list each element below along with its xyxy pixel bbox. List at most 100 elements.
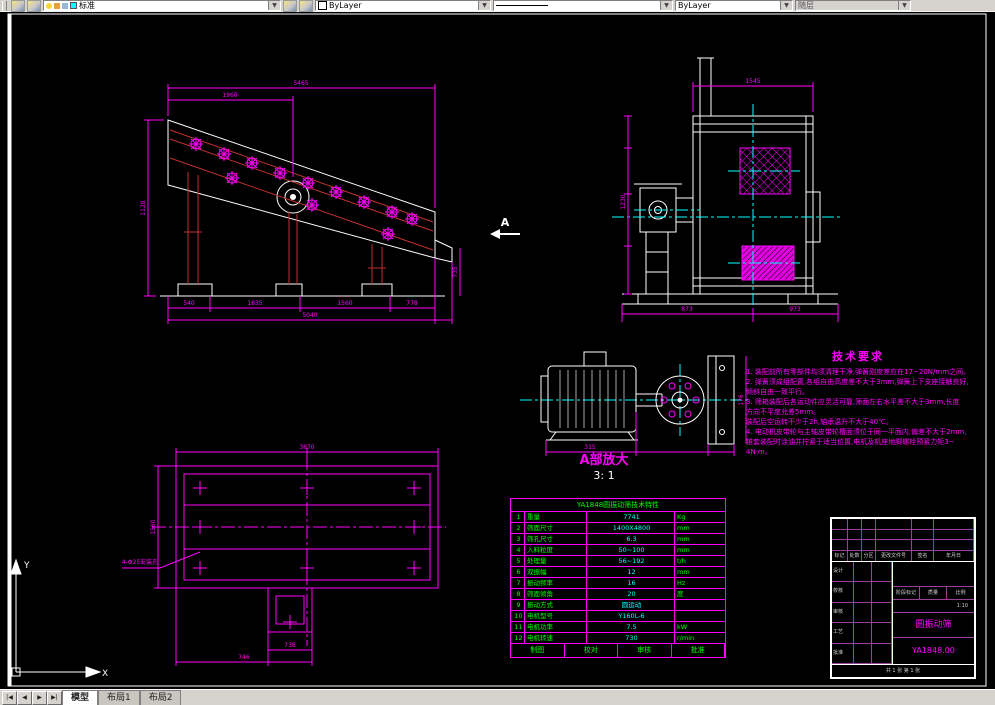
dropdown-arrow-icon[interactable]: ▼: [780, 1, 792, 10]
parameter-table-footer-cell: 制图: [511, 644, 565, 657]
tech-req-line: 锥套装配时涂油并拧紧于适当位置,电机及机座地脚螺栓预紧力矩3~: [746, 438, 955, 446]
signature-name-cell: [854, 562, 872, 582]
dim-label: 735: [452, 266, 459, 278]
title-block-cell: 更改文件号: [876, 551, 912, 562]
parameter-table-row: 1 重量 7741 Kg: [511, 512, 725, 523]
layer-properties-icon[interactable]: [11, 0, 25, 12]
param-row-number: 7: [511, 578, 525, 588]
dim-label: 176: [738, 394, 745, 406]
layer-control[interactable]: 标准 ▼: [43, 0, 281, 11]
parameter-table-row: 9 振动方式 圆运动: [511, 600, 725, 611]
plan-view-dimensions: 3870 1560 738 746 4-Φ25安装孔: [122, 444, 315, 661]
tech-req-line: 1. 装配前所有零部件均须清理干净,弹簧刚度差应在17~20N/mm之间。: [746, 368, 970, 376]
signature-row: 校核: [832, 582, 892, 603]
dim-label: 873: [681, 306, 693, 313]
param-row-label: 振动频率: [525, 578, 587, 588]
param-row-number: 4: [511, 545, 525, 555]
lineweight-value: ByLayer: [678, 1, 711, 10]
tech-req-line: 倾斜自由一致平行。: [746, 388, 809, 396]
param-row-value: 20: [587, 589, 675, 599]
parameter-table-footer-cell: 审核: [618, 644, 672, 657]
signature-name-cell: [854, 602, 872, 623]
dropdown-arrow-icon[interactable]: ▼: [660, 1, 672, 10]
revision-header-row: 标记 处数 分区 更改文件号 签名 年月日: [832, 551, 974, 562]
model-space-canvas[interactable]: 5465 1960 1128 735 540 1635 1560 778 504…: [0, 12, 995, 689]
prev-tab-icon[interactable]: ◀: [17, 691, 32, 705]
dim-label: 973: [789, 306, 801, 313]
color-swatch-icon: [318, 1, 327, 10]
dim-label: 778: [406, 300, 418, 307]
tab-layout2[interactable]: 布局2: [139, 690, 182, 705]
signature-role-label: 工艺: [832, 623, 854, 643]
parameter-table-row: 12 电机转速 730 r/min: [511, 633, 725, 644]
param-row-label: 筛面尺寸: [525, 523, 587, 533]
signature-row: 审核: [832, 602, 892, 624]
linetype-control[interactable]: ▼: [493, 0, 673, 11]
tab-layout1[interactable]: 布局1: [98, 690, 140, 705]
parameter-table-row: 11 电机功率 7.5 kW: [511, 622, 725, 633]
last-tab-icon[interactable]: ▶|: [47, 691, 62, 705]
parameter-table-row: 5 处理量 56~192 t/h: [511, 556, 725, 567]
parameter-table-footer-cell: 校对: [565, 644, 618, 657]
title-block-signature-column: 设计 校核 审核 工艺 批准: [832, 562, 893, 665]
dim-label: 1230: [620, 194, 627, 209]
dropdown-arrow-icon[interactable]: ▼: [268, 1, 280, 10]
side-view: 5465 1960 1128 735 540 1635 1560 778 504…: [140, 80, 520, 324]
signature-date-cell: [872, 643, 892, 664]
make-object-layer-current-icon[interactable]: [283, 0, 297, 12]
param-row-value: 6.3: [587, 534, 675, 544]
dim-label: 1128: [140, 200, 147, 215]
tech-req-line: 方向不平度允差5mm。: [746, 408, 821, 416]
dim-label: 5465: [293, 80, 308, 87]
dim-label: 1560: [337, 300, 352, 307]
title-block-cell: 比例: [955, 590, 966, 596]
param-row-unit: mm: [677, 568, 690, 576]
first-tab-icon[interactable]: |◀: [2, 691, 17, 705]
signature-role-label: 批准: [832, 643, 854, 664]
param-row-number: 12: [511, 633, 525, 643]
param-row-value: 7741: [587, 512, 675, 522]
param-row-label: 双振幅: [525, 567, 587, 577]
layer-lock-icon: [62, 2, 68, 9]
properties-toolbar: 标准 ▼ ByLayer ▼ ▼ ByLayer ▼ 随层 ▼: [0, 0, 995, 12]
motor-detail-view: 315 176 A部放大 3: 1: [520, 351, 750, 482]
dropdown-arrow-icon[interactable]: ▼: [478, 1, 490, 10]
detail-title: A部放大: [579, 452, 628, 468]
color-control[interactable]: ByLayer ▼: [315, 0, 491, 11]
plotstyle-control: 随层 ▼: [795, 0, 911, 11]
layer-previous-icon[interactable]: [299, 0, 313, 12]
tech-req-line: 3. 筛箱装配后各运动件应灵活可靠,筛面左右水平差不大于3mm,长度: [746, 398, 960, 406]
param-row-label: 电机型号: [525, 611, 587, 621]
title-block-cell: 分区: [862, 551, 876, 562]
ucs-y-label: Y: [23, 561, 30, 571]
layout-tab-bar: |◀ ◀ ▶ ▶| 模型 布局1 布局2: [0, 689, 995, 705]
drawing-name: 圆振动筛: [893, 613, 974, 638]
title-block: 标记 处数 分区 更改文件号 签名 年月日 设计 校核 审核 工艺 批准 阶段标…: [830, 517, 976, 679]
signature-date-cell: [872, 562, 892, 582]
signature-name-cell: [854, 643, 872, 664]
title-block-cell: 处数: [848, 551, 862, 562]
param-row-value: 56~192: [587, 556, 675, 566]
param-row-label: 筛面倾角: [525, 589, 587, 599]
param-row-number: 9: [511, 600, 525, 610]
param-row-label: 电机转速: [525, 633, 587, 643]
parameter-table-row: 6 双振幅 12 mm: [511, 567, 725, 578]
param-row-unit: t/h: [677, 557, 686, 565]
parameter-table-row: 2 筛面尺寸 1400X4800 mm: [511, 523, 725, 534]
next-tab-icon[interactable]: ▶: [32, 691, 47, 705]
parameter-table-title: YA1848圆振动筛技术特性: [511, 499, 725, 512]
param-row-label: 振动方式: [525, 600, 587, 610]
param-row-label: 重量: [525, 512, 587, 522]
layer-value: 标准: [79, 1, 95, 10]
param-row-number: 6: [511, 567, 525, 577]
tab-model[interactable]: 模型: [62, 690, 99, 705]
layer-states-icon[interactable]: [27, 0, 41, 12]
parameter-table-row: 4 入料粒度 50~100 mm: [511, 545, 725, 556]
param-row-value: 12: [587, 567, 675, 577]
toolbar-grip[interactable]: [2, 0, 7, 11]
signature-date-cell: [872, 602, 892, 623]
param-row-label: 入料粒度: [525, 545, 587, 555]
section-arrow: A: [490, 216, 520, 239]
plan-leader-label: 4-Φ25安装孔: [122, 558, 158, 566]
lineweight-control[interactable]: ByLayer ▼: [675, 0, 793, 11]
